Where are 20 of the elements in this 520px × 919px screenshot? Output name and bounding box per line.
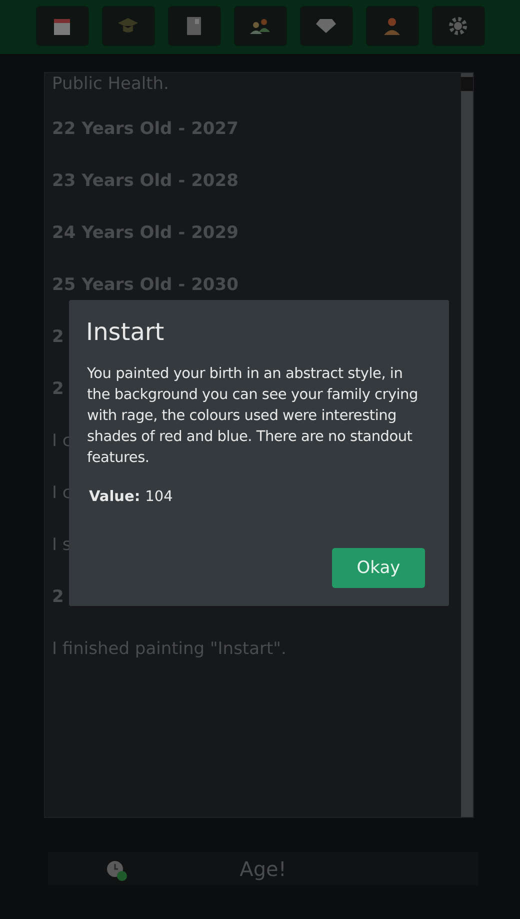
- book-icon: [186, 16, 202, 36]
- person-icon: [382, 16, 402, 36]
- people-icon: [249, 16, 271, 36]
- value-text: 104: [145, 489, 173, 506]
- age-button[interactable]: Age!: [48, 852, 478, 885]
- dialog-text: You painted your birth in an abstract style, in the background you can see your family crying with rage, the colours used were interesting shades of red and blue. There are no standout features.: [87, 365, 419, 468]
- value-label: Value:: [89, 489, 140, 506]
- clock-icon: [106, 860, 128, 882]
- okay-button[interactable]: Okay: [332, 548, 425, 588]
- settings-icon: [448, 16, 468, 36]
- toolbar-button[interactable]: [432, 6, 484, 46]
- graduation-cap-icon: [118, 17, 138, 36]
- calendar-icon: [53, 16, 71, 36]
- toolbar-button[interactable]: [234, 6, 286, 46]
- toolbar-button[interactable]: [300, 6, 352, 46]
- toolbar-button[interactable]: [366, 6, 418, 46]
- toolbar-button[interactable]: [168, 6, 220, 46]
- toolbar-button[interactable]: [36, 6, 88, 46]
- dialog-title: Instart: [86, 318, 166, 346]
- diamond-icon: [316, 18, 336, 34]
